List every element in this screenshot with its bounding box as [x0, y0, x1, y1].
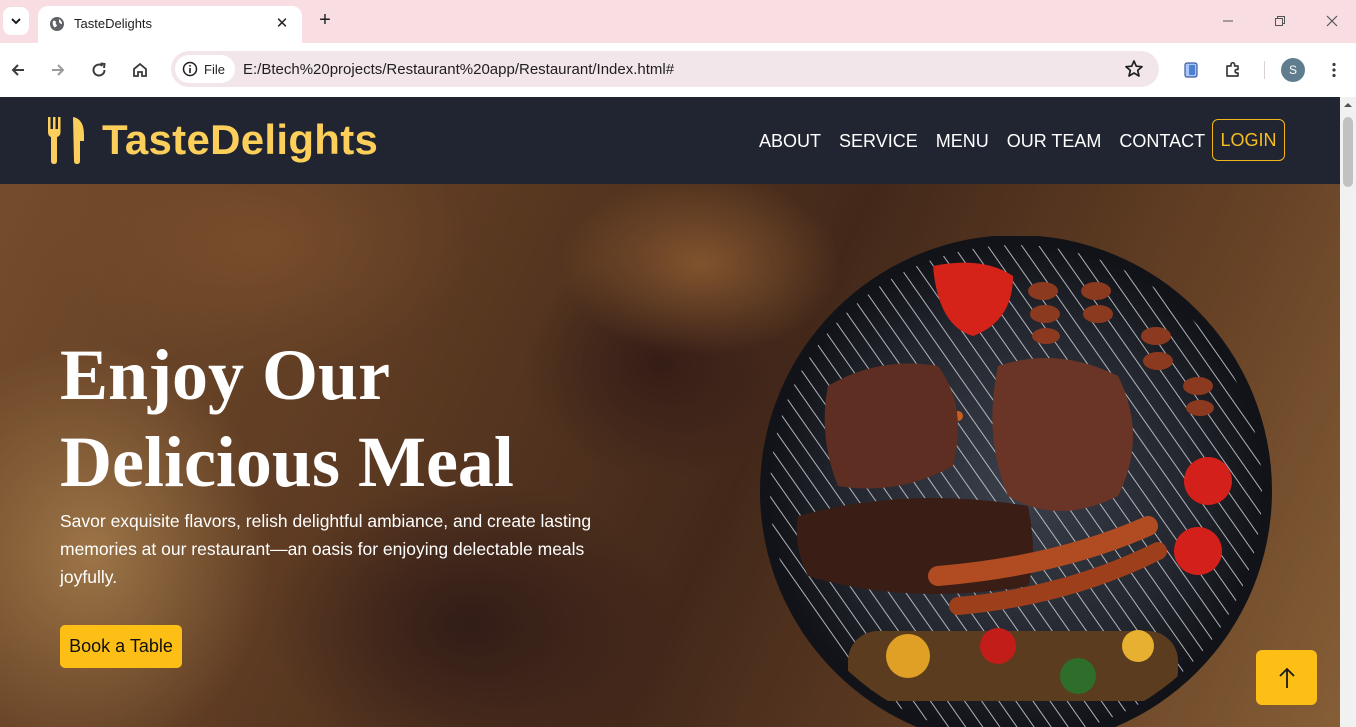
nav-link-contact[interactable]: CONTACT	[1119, 131, 1205, 152]
bookmark-star-icon[interactable]	[1123, 58, 1145, 80]
browser-tab[interactable]: TasteDelights ✕	[38, 6, 302, 43]
toolbar-divider	[1264, 61, 1265, 79]
close-window-button[interactable]	[1312, 8, 1352, 34]
nav-link-about[interactable]: ABOUT	[759, 131, 821, 152]
info-icon	[182, 61, 198, 77]
brand-logo[interactable]: TasteDelights	[46, 115, 378, 165]
forward-button[interactable]	[45, 57, 71, 83]
address-bar[interactable]: File E:/Btech%20projects/Restaurant%20ap…	[171, 51, 1159, 87]
extensions-menu-button[interactable]	[1220, 57, 1246, 83]
nav-menu: ABOUT SERVICE MENU OUR TEAM CONTACT	[759, 131, 1205, 152]
minimize-icon	[1223, 20, 1233, 22]
site-navbar: TasteDelights ABOUT SERVICE MENU OUR TEA…	[0, 97, 1340, 184]
home-button[interactable]	[127, 57, 153, 83]
book-table-button[interactable]: Book a Table	[60, 625, 182, 668]
login-button[interactable]: LOGIN	[1212, 119, 1285, 161]
hero-title-line-1: Enjoy Our	[60, 335, 391, 415]
utensils-icon	[48, 117, 84, 164]
back-button[interactable]	[5, 57, 31, 83]
new-tab-button[interactable]: +	[313, 8, 337, 32]
page-viewport: TasteDelights ABOUT SERVICE MENU OUR TEA…	[0, 97, 1356, 727]
profile-avatar[interactable]: S	[1281, 58, 1305, 82]
brand-name: TasteDelights	[102, 116, 379, 163]
scrollbar-thumb[interactable]	[1343, 117, 1353, 187]
browser-menu-button[interactable]	[1321, 57, 1347, 83]
browser-toolbar: File E:/Btech%20projects/Restaurant%20ap…	[0, 43, 1356, 97]
close-icon	[1326, 15, 1338, 27]
site-chip-label: File	[204, 62, 225, 77]
arrow-up-icon	[1278, 667, 1295, 688]
hero-section: Enjoy Our Delicious Meal Savor exquisite…	[0, 184, 1340, 727]
site-info-chip[interactable]: File	[175, 55, 235, 83]
hero-title: Enjoy Our Delicious Meal	[60, 332, 680, 506]
back-to-top-button[interactable]	[1256, 650, 1317, 705]
nav-link-our-team[interactable]: OUR TEAM	[1007, 131, 1102, 152]
extension-button[interactable]	[1178, 57, 1204, 83]
nav-link-menu[interactable]: MENU	[936, 131, 989, 152]
close-tab-icon[interactable]: ✕	[272, 14, 292, 34]
scroll-up-arrow-icon[interactable]	[1344, 101, 1352, 109]
more-vert-icon	[1332, 62, 1336, 78]
restore-button[interactable]	[1260, 8, 1300, 34]
page-scrollbar[interactable]	[1340, 97, 1356, 727]
reload-icon	[92, 62, 106, 77]
browser-tab-strip: TasteDelights ✕ +	[0, 0, 1356, 43]
barbecue-grill-image	[760, 236, 1272, 727]
url-text[interactable]: E:/Btech%20projects/Restaurant%20app/Res…	[243, 61, 674, 78]
puzzle-icon	[1226, 61, 1239, 77]
tab-search-button[interactable]	[3, 7, 29, 35]
tab-title: TasteDelights	[74, 16, 153, 31]
home-icon	[133, 62, 147, 77]
hero-title-line-2: Delicious Meal	[60, 422, 514, 502]
hero-description: Savor exquisite flavors, relish delightf…	[60, 511, 592, 587]
arrow-left-icon	[11, 64, 24, 76]
restore-icon	[1275, 16, 1285, 26]
arrow-right-icon	[52, 64, 65, 76]
globe-icon	[50, 17, 64, 31]
sidepanel-icon	[1184, 62, 1198, 78]
reload-button[interactable]	[86, 57, 112, 83]
minimize-button[interactable]	[1208, 8, 1248, 34]
nav-link-service[interactable]: SERVICE	[839, 131, 918, 152]
chevron-down-icon	[11, 18, 21, 25]
